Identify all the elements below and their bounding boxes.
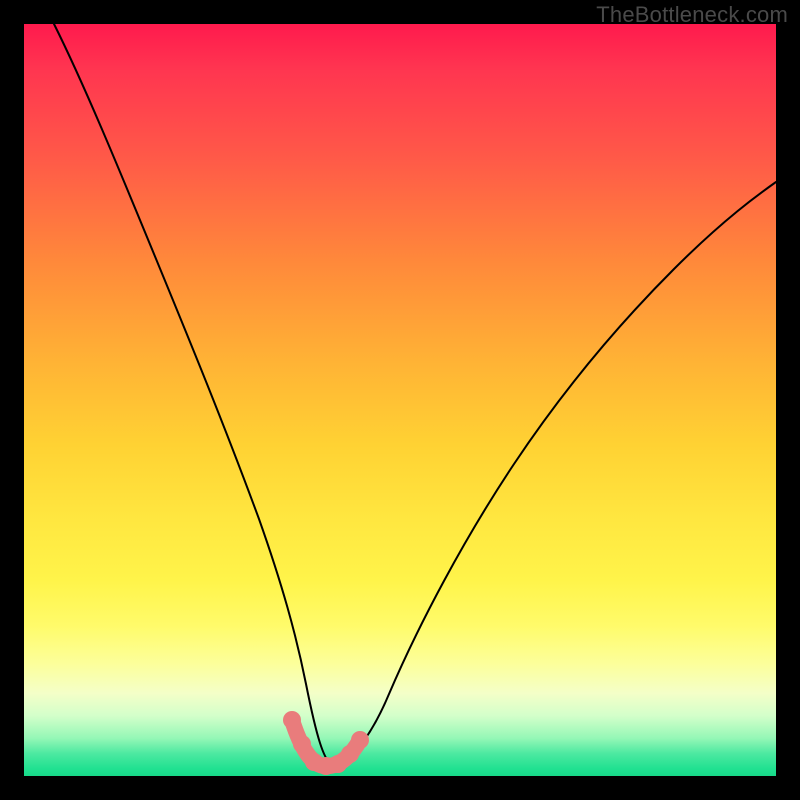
marker-dot: [293, 735, 311, 753]
bottleneck-curve: [54, 24, 776, 766]
plot-frame: [24, 24, 776, 776]
watermark-text: TheBottleneck.com: [596, 2, 788, 28]
bottleneck-chart: [24, 24, 776, 776]
marker-dot: [283, 711, 301, 729]
marker-dot: [351, 731, 369, 749]
